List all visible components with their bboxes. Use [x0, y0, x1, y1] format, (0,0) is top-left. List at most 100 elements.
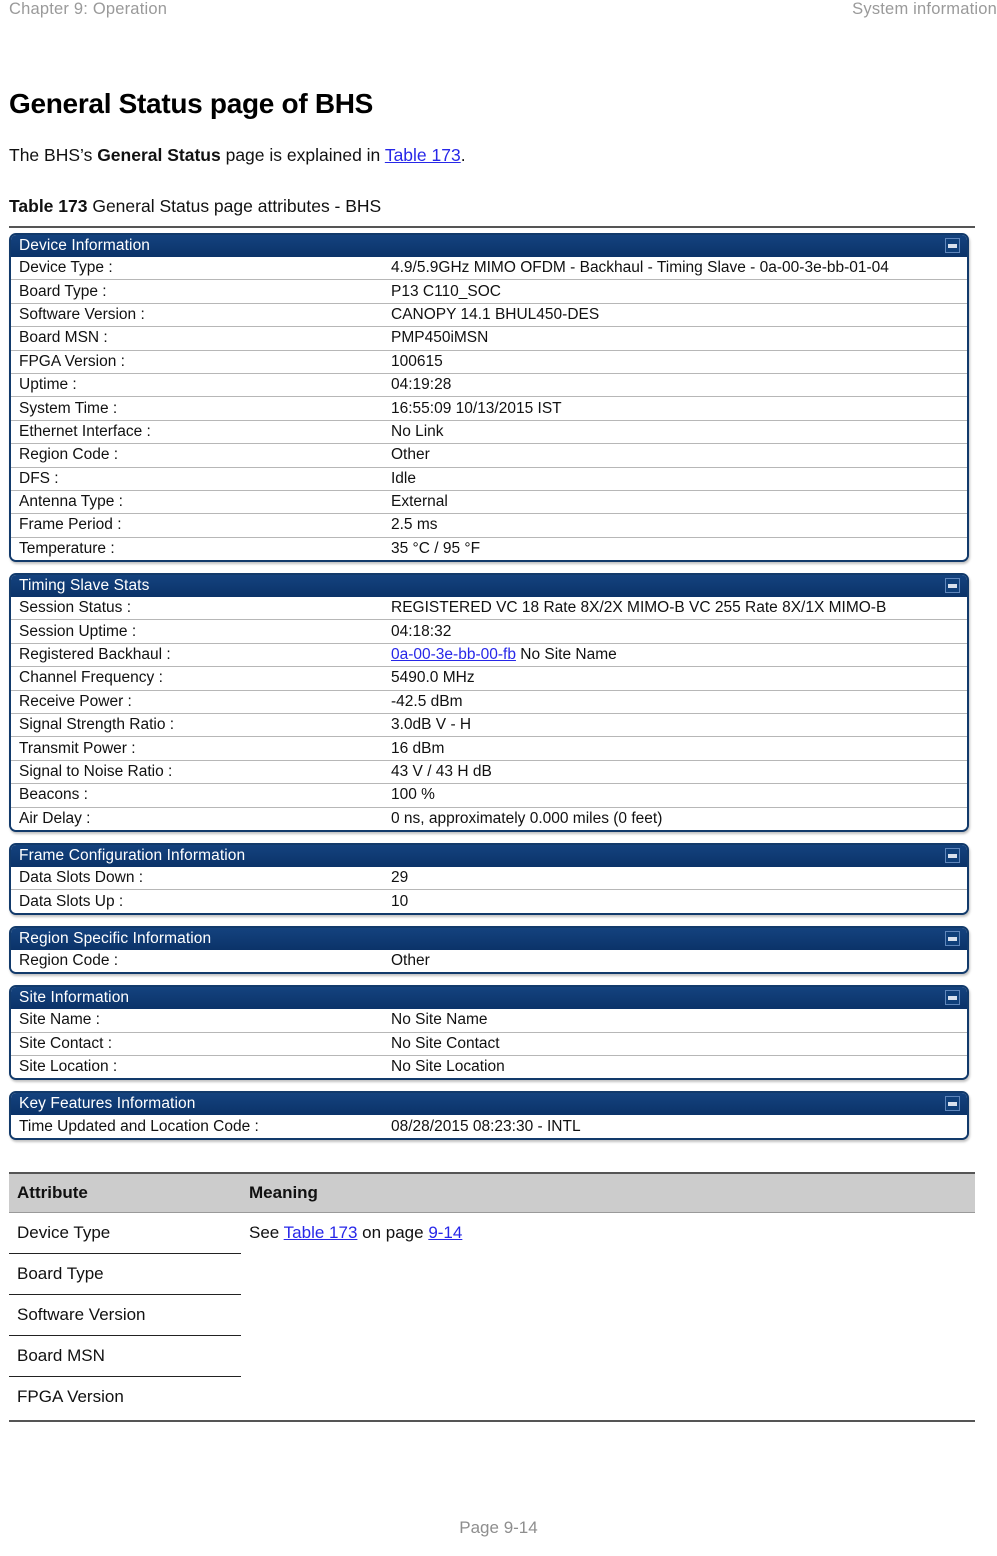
- minimize-icon[interactable]: [945, 990, 960, 1006]
- row-label: Site Location :: [19, 1058, 118, 1076]
- row-value: 16:55:09 10/13/2015 IST: [391, 399, 562, 417]
- panel-header-device-information[interactable]: Device Information: [11, 235, 967, 257]
- meaning-prefix: See: [249, 1223, 284, 1242]
- table-row: Region Code : Other: [11, 950, 967, 972]
- table-row: Signal Strength Ratio : 3.0dB V - H: [11, 713, 967, 736]
- panel-header-frame-configuration-information[interactable]: Frame Configuration Information: [11, 844, 967, 867]
- registered-backhaul-site-name: No Site Name: [515, 646, 617, 664]
- attribute-name: Device Type: [9, 1212, 241, 1254]
- table-row: FPGA Version : 100615: [11, 349, 967, 373]
- meaning-table-link[interactable]: Table 173: [284, 1223, 358, 1242]
- table-header-row: Attribute Meaning: [9, 1172, 975, 1213]
- row-label: Time Updated and Location Code :: [19, 1117, 259, 1135]
- panel-header-timing-slave-stats[interactable]: Timing Slave Stats: [11, 575, 967, 598]
- page-number: Page 9-14: [459, 1518, 538, 1537]
- panel-title: Timing Slave Stats: [19, 577, 150, 595]
- panel-header-site-information[interactable]: Site Information: [11, 987, 967, 1010]
- running-head-topic: System information: [852, 0, 997, 18]
- row-label: Device Type :: [19, 259, 113, 277]
- panel-timing-slave-stats: Timing Slave Stats Session Status : REGIS…: [9, 573, 969, 832]
- column-header-attribute: Attribute: [9, 1172, 241, 1213]
- row-label: Site Name :: [19, 1011, 100, 1029]
- intro-emphasis: General Status: [97, 145, 221, 165]
- page-footer: Page 9-14: [0, 1518, 997, 1538]
- table-row: Session Uptime : 04:18:32: [11, 619, 967, 642]
- panel-site-information: Site Information Site Name : No Site Name…: [9, 985, 969, 1081]
- panel-rows: Device Type : 4.9/5.9GHz MIMO OFDM - Back…: [11, 257, 967, 561]
- row-label: Uptime :: [19, 376, 77, 394]
- table-row: Board MSN : PMP450iMSN: [11, 326, 967, 349]
- row-label: Air Delay :: [19, 809, 91, 827]
- row-value: Idle: [391, 469, 416, 487]
- attribute-name: Board Type: [9, 1253, 241, 1295]
- page-title: General Status page of BHS: [9, 88, 374, 119]
- minimize-icon[interactable]: [945, 578, 960, 594]
- row-value: 08/28/2015 08:23:30 - INTL: [391, 1117, 581, 1135]
- row-label: DFS :: [19, 469, 59, 487]
- caption-label: Table 173: [9, 196, 88, 216]
- row-value: External: [391, 493, 448, 511]
- row-value: 43 V / 43 H dB: [391, 763, 492, 780]
- table-row: Time Updated and Location Code : 08/28/20…: [11, 1115, 967, 1137]
- row-value: 16 dBm: [391, 739, 445, 757]
- row-label: Session Uptime :: [19, 622, 137, 640]
- table-row: Board Type : P13 C110_SOC: [11, 279, 967, 302]
- table-row: Site Name : No Site Name: [11, 1009, 967, 1031]
- row-label: Registered Backhaul :: [19, 646, 171, 664]
- minimize-icon[interactable]: [945, 847, 960, 863]
- table-row: Air Delay : 0 ns, approximately 0.000 mil…: [11, 806, 967, 830]
- table-row: Data Slots Up : 10: [11, 889, 967, 912]
- row-value: P13 C110_SOC: [391, 282, 501, 300]
- panel-rows: Data Slots Down : 29 Data Slots Up : 10: [11, 866, 967, 913]
- minimize-icon[interactable]: [945, 930, 960, 946]
- minimize-icon[interactable]: [945, 238, 960, 253]
- meaning-middle: on page: [357, 1223, 429, 1242]
- row-value: 100 %: [391, 786, 435, 804]
- row-value: -42.5 dBm: [391, 692, 463, 710]
- row-value: Other: [391, 446, 430, 464]
- row-value: 2.5 ms: [391, 516, 438, 534]
- table-row: Site Location : No Site Location: [11, 1054, 967, 1078]
- intro-suffix: .: [460, 145, 466, 165]
- row-label: Region Code :: [19, 446, 119, 464]
- table-row: Frame Period : 2.5 ms: [11, 513, 967, 536]
- panel-header-key-features-information[interactable]: Key Features Information: [11, 1093, 967, 1116]
- intro-paragraph: The BHS’s General Status page is explain…: [9, 145, 466, 166]
- row-value: 04:18:32: [391, 622, 452, 640]
- panel-header-region-specific-information[interactable]: Region Specific Information: [11, 927, 967, 950]
- figure-caption: Table 173 General Status page attributes…: [9, 196, 381, 217]
- table-row: Channel Frequency : 5490.0 MHz: [11, 666, 967, 689]
- table-173-crossref-link[interactable]: Table 173: [385, 145, 461, 165]
- minimize-icon[interactable]: [945, 1096, 960, 1112]
- row-label: Board MSN :: [19, 329, 108, 347]
- caption-rule: [9, 226, 975, 228]
- panel-rows: Session Status : REGISTERED VC 18 Rate 8X…: [11, 597, 967, 830]
- row-label: Antenna Type :: [19, 493, 123, 511]
- row-value: REGISTERED VC 18 Rate 8X/2X MIMO-B VC 25…: [391, 599, 887, 617]
- row-value: 3.0dB V - H: [391, 716, 472, 734]
- row-value: 35 °C / 95 °F: [391, 539, 481, 557]
- running-head: Chapter 9: Operation System information: [0, 0, 997, 30]
- table-bottom-rule: [9, 1420, 975, 1422]
- row-label: Board Type :: [19, 282, 107, 300]
- row-label: Region Code :: [19, 951, 119, 969]
- row-label: Session Status :: [19, 599, 132, 617]
- row-label: Data Slots Up :: [19, 892, 124, 910]
- registered-backhaul-mac-link[interactable]: 0a-00-3e-bb-00-fb: [391, 646, 516, 663]
- row-value: 0a-00-3e-bb-00-fb No Site Name: [391, 646, 967, 664]
- table-row: Device Type : 4.9/5.9GHz MIMO OFDM - Back…: [11, 257, 967, 279]
- table-row: Software Version : CANOPY 14.1 BHUL450-DE…: [11, 302, 967, 326]
- table-row: Device Type See Table 173 on page 9-14: [9, 1212, 975, 1254]
- row-label: Receive Power :: [19, 692, 132, 710]
- row-label: Beacons :: [19, 786, 88, 804]
- attribute-name: Software Version: [9, 1294, 241, 1336]
- column-header-meaning: Meaning: [241, 1172, 975, 1213]
- row-label: Site Contact :: [19, 1034, 113, 1052]
- row-value: 10: [391, 892, 409, 910]
- row-value: No Site Location: [391, 1058, 505, 1076]
- meaning-page-link[interactable]: 9-14: [428, 1223, 462, 1242]
- panel-rows: Time Updated and Location Code : 08/28/20…: [11, 1115, 967, 1138]
- row-value: 0 ns, approximately 0.000 miles (0 feet): [391, 809, 663, 827]
- table-row: Region Code : Other: [11, 443, 967, 466]
- table-row: Beacons : 100 %: [11, 783, 967, 806]
